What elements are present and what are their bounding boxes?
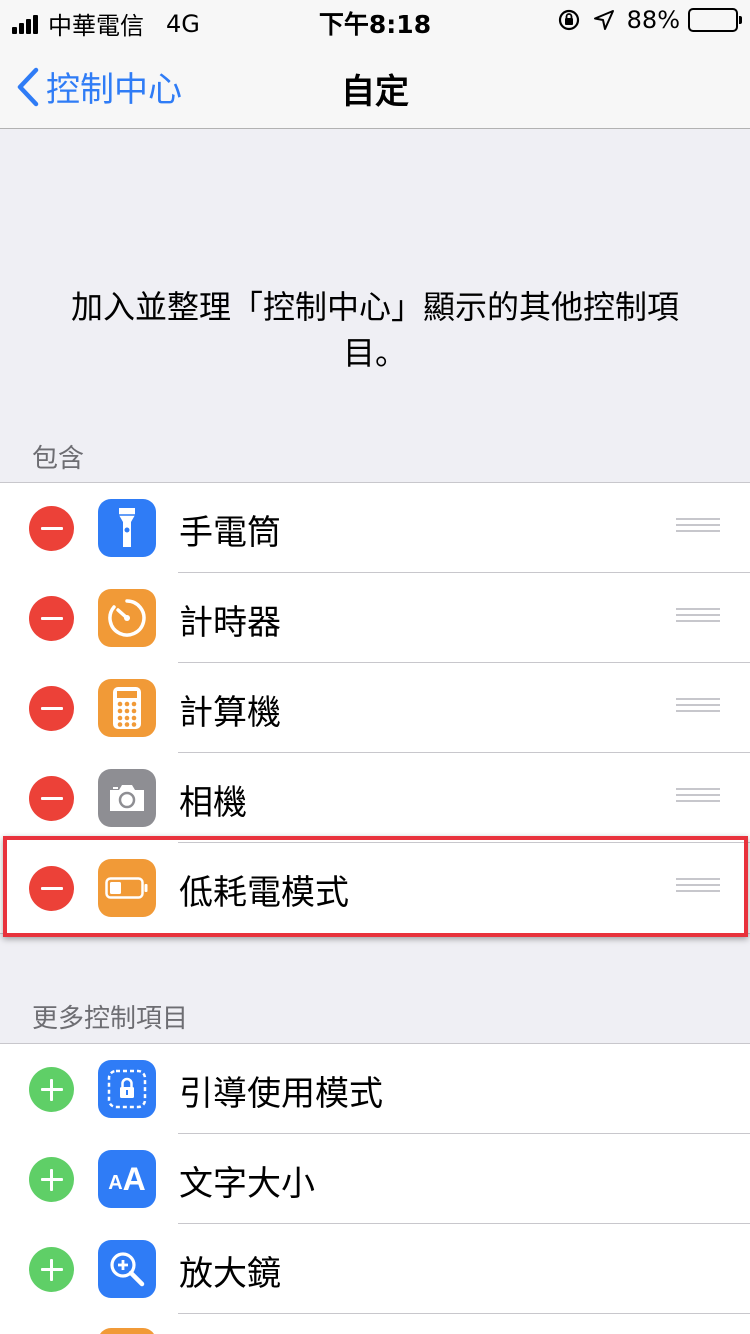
list-item-text-size: AA 文字大小 [0,1134,750,1224]
list-item-label: 文字大小 [179,1164,315,1204]
list-item-label: 低耗電模式 [179,873,349,913]
list-item-flashlight: 手電筒 [0,483,750,573]
text-size-icon: AA [98,1150,156,1208]
list-item-label: 計算機 [179,693,281,733]
navigation-bar: 控制中心 自定 [0,40,750,129]
included-list: 手電筒 計時器 計算機 相機 低耗電模式 [0,482,750,934]
rotation-lock-icon [557,8,581,32]
remove-button[interactable] [29,776,74,821]
more-list: 引導使用模式 AA 文字大小 放大鏡 [0,1043,750,1334]
battery-percent: 88% [626,6,680,34]
location-icon [593,9,615,31]
reorder-handle[interactable] [676,608,720,628]
partial-app-icon [98,1328,156,1334]
list-item-camera: 相機 [0,753,750,843]
minus-icon [40,707,63,710]
list-item-calculator: 計算機 [0,663,750,753]
add-button[interactable] [29,1247,74,1292]
timer-icon [98,589,156,647]
calculator-icon [98,679,156,737]
plus-icon [50,1168,53,1191]
text-size-large-glyph: A [122,1160,146,1197]
remove-button[interactable] [29,596,74,641]
list-item-label: 引導使用模式 [179,1074,383,1114]
section-header-more: 更多控制項目 [32,1004,189,1034]
minus-icon [40,617,63,620]
list-item-label: 計時器 [179,603,281,643]
text-size-small-glyph: A [108,1171,123,1194]
battery-icon [688,8,742,32]
reorder-handle[interactable] [676,788,720,808]
list-item-label: 放大鏡 [179,1254,281,1294]
status-right: 88% [557,6,742,34]
reorder-handle[interactable] [676,698,720,718]
minus-icon [40,797,63,800]
list-item-guided-access: 引導使用模式 [0,1044,750,1134]
camera-icon [98,769,156,827]
page-title: 自定 [341,72,409,112]
magnifier-icon [98,1240,156,1298]
list-item-partial [0,1314,750,1334]
minus-icon [40,527,63,530]
add-button[interactable] [29,1157,74,1202]
remove-button[interactable] [29,506,74,551]
plus-icon [50,1258,53,1281]
battery-icon [98,859,156,917]
status-bar: 中華電信 4G 下午8:18 88% [0,0,750,40]
list-item-label: 手電筒 [179,513,281,553]
add-button[interactable] [29,1067,74,1112]
list-item-magnifier: 放大鏡 [0,1224,750,1314]
intro-text: 加入並整理「控制中心」顯示的其他控制項目。 [70,288,679,372]
plus-icon [50,1078,53,1101]
lock-icon [98,1060,156,1118]
flashlight-icon [98,499,156,557]
list-item-timer: 計時器 [0,573,750,663]
reorder-handle[interactable] [676,518,720,538]
reorder-handle[interactable] [676,878,720,898]
remove-button[interactable] [29,866,74,911]
remove-button[interactable] [29,686,74,731]
minus-icon [40,887,63,890]
section-header-included: 包含 [32,444,85,474]
list-item-label: 相機 [179,783,247,823]
list-item-low-power-mode: 低耗電模式 [0,843,750,933]
